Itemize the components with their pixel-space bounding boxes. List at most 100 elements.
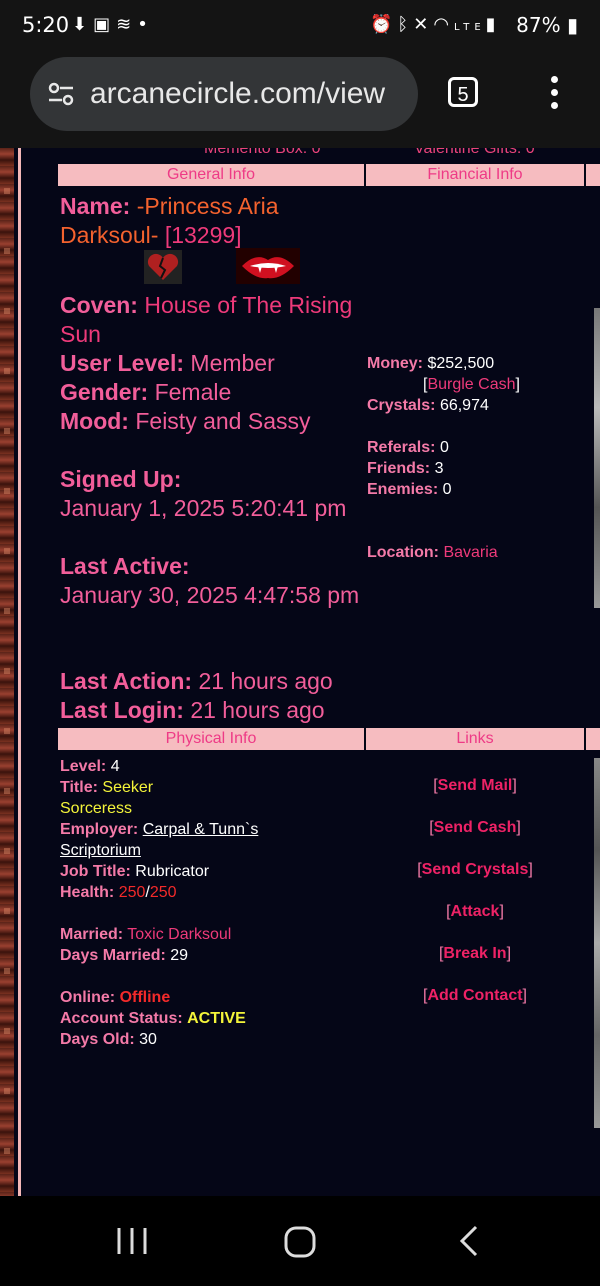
send-cash-link[interactable]: [Send Cash] xyxy=(366,819,584,837)
job-title-value: Rubricator xyxy=(135,863,210,880)
extra-header xyxy=(586,164,600,186)
user-level-value: Member xyxy=(190,350,275,376)
gender-row: Gender: Female xyxy=(60,378,366,407)
send-mail-link[interactable]: [Send Mail] xyxy=(366,777,584,795)
physical-info-header: Physical Info xyxy=(58,728,364,750)
physical-info-block: Level: 4 Title: Seeker Sorceress Employe… xyxy=(60,756,360,1050)
dot-icon: • xyxy=(137,14,154,35)
enemies-label: Enemies: xyxy=(367,481,439,498)
system-icons: ⏰ᛒ✕◠LTE▮ xyxy=(370,14,501,35)
last-login-value: 21 hours ago xyxy=(190,697,325,723)
location-row: Location: Bavaria xyxy=(367,542,587,563)
send-crystals-link[interactable]: [Send Crystals] xyxy=(366,861,584,879)
account-status-row: Account Status: ACTIVE xyxy=(60,1008,360,1029)
friends-row: Friends: 3 xyxy=(367,458,587,479)
status-time: 5:20 xyxy=(22,13,70,37)
recent-apps-icon[interactable] xyxy=(116,1226,148,1256)
job-title-label: Job Title: xyxy=(60,863,131,880)
money-value: $252,500 xyxy=(427,355,495,372)
url-text[interactable]: arcanecircle.com/view xyxy=(90,77,385,111)
account-status-label: Account Status: xyxy=(60,1010,183,1027)
user-level-row: User Level: Member xyxy=(60,349,366,378)
location-value[interactable]: Bavaria xyxy=(443,544,497,561)
user-level-label: User Level: xyxy=(60,350,185,376)
burgle-cash-row: [Burgle Cash] xyxy=(423,376,520,393)
coven-row: Coven: House of The Rising Sun xyxy=(60,291,366,349)
friends-label: Friends: xyxy=(367,460,431,477)
background-image-fragment xyxy=(594,308,600,608)
online-label: Online: xyxy=(60,989,116,1006)
back-icon[interactable] xyxy=(456,1224,480,1258)
health-label: Health: xyxy=(60,884,115,901)
tab-switcher-button[interactable]: 5 xyxy=(448,77,478,107)
referals-label: Referals: xyxy=(367,439,436,456)
mute-icon: ✕ xyxy=(413,14,434,35)
title-label: Title: xyxy=(60,779,98,796)
last-active-value: January 30, 2025 4:47:58 pm xyxy=(60,582,360,608)
mood-row: Mood: Feisty and Sassy xyxy=(60,407,366,436)
signed-up-value: January 1, 2025 5:20:41 pm xyxy=(60,495,347,521)
days-old-label: Days Old: xyxy=(60,1031,135,1048)
days-married-label: Days Married: xyxy=(60,947,166,964)
home-icon[interactable] xyxy=(284,1226,316,1258)
broken-heart-icon xyxy=(144,250,182,284)
last-active-label: Last Active: xyxy=(60,553,190,579)
signed-up-label: Signed Up: xyxy=(60,466,182,492)
level-row: Level: 4 xyxy=(60,756,360,777)
enemies-row: Enemies: 0 xyxy=(367,479,587,500)
money-label: Money: xyxy=(367,355,423,372)
online-status: Offline xyxy=(119,989,171,1006)
financial-info-header: Financial Info xyxy=(366,164,584,186)
online-row: Online: Offline xyxy=(60,987,360,1008)
last-login-row: Last Login: 21 hours ago xyxy=(60,696,366,725)
crystals-row: Crystals: 66,974 xyxy=(367,395,587,416)
spouse-link[interactable]: Toxic Darksoul xyxy=(127,926,231,943)
title-row: Title: Seeker Sorceress xyxy=(60,777,170,819)
job-title-row: Job Title: Rubricator xyxy=(60,861,360,882)
page-divider xyxy=(18,148,21,1196)
more-menu-icon[interactable] xyxy=(544,76,564,116)
alarm-icon: ⏰ xyxy=(370,14,398,35)
level-label: Level: xyxy=(60,758,107,775)
address-bar[interactable]: arcanecircle.com/view xyxy=(30,57,418,131)
battery-indicator: 87% ▮ xyxy=(516,13,578,37)
married-row: Married: Toxic Darksoul xyxy=(60,924,360,945)
days-married-row: Days Married: 29 xyxy=(60,945,360,966)
bluetooth-icon: ᛒ xyxy=(397,14,414,35)
married-label: Married: xyxy=(60,926,124,943)
status-bar: 5:20 ⬇▣≋• ⏰ᛒ✕◠LTE▮ 87% ▮ xyxy=(0,0,600,52)
add-contact-link[interactable]: [Add Contact] xyxy=(366,987,584,1005)
notification-icons: ⬇▣≋• xyxy=(72,14,154,35)
memento-box-label: Memento Box: 0 xyxy=(204,148,321,157)
referals-value: 0 xyxy=(439,439,449,456)
last-action-row: Last Action: 21 hours ago xyxy=(60,667,366,696)
last-action-label: Last Action: xyxy=(60,668,193,694)
browser-toolbar: arcanecircle.com/view 5 xyxy=(0,52,600,148)
burgle-cash-link[interactable]: Burgle Cash xyxy=(427,376,515,393)
signal-icon: ▮ xyxy=(485,14,501,35)
days-married-value: 29 xyxy=(170,947,189,964)
site-settings-icon[interactable] xyxy=(46,79,76,109)
attack-link[interactable]: [Attack] xyxy=(366,903,584,921)
last-action-value: 21 hours ago xyxy=(198,668,333,694)
links-header: Links xyxy=(366,728,584,750)
extra-header xyxy=(586,728,600,750)
break-in-link[interactable]: [Break In] xyxy=(366,945,584,963)
battery-icon: ▮ xyxy=(566,13,578,37)
download-icon: ⬇ xyxy=(72,14,94,35)
general-info-header: General Info xyxy=(58,164,364,186)
signed-up-row: Signed Up: January 1, 2025 5:20:41 pm xyxy=(60,465,366,523)
volte-icon: LTE xyxy=(454,22,486,33)
profile-page: Memento Box: 0 Valentine Gifts: 0 Genera… xyxy=(0,148,600,1196)
health-current: 250 xyxy=(118,884,146,901)
friends-value: 3 xyxy=(434,460,444,477)
crystals-label: Crystals: xyxy=(367,397,436,414)
battery-percent: 87% xyxy=(516,13,561,37)
days-old-value: 30 xyxy=(139,1031,157,1048)
decorative-border xyxy=(0,148,14,1196)
account-status-value: ACTIVE xyxy=(187,1010,246,1027)
gender-value: Female xyxy=(154,379,232,405)
background-image-fragment xyxy=(594,758,600,1128)
last-login-label: Last Login: xyxy=(60,697,184,723)
coven-label: Coven: xyxy=(60,292,138,318)
